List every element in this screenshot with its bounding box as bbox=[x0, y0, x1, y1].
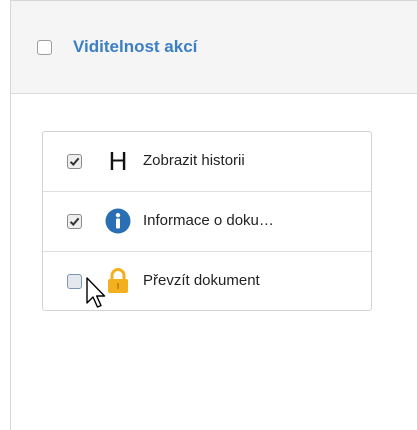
checkmark-icon bbox=[69, 157, 80, 166]
select-all-checkbox[interactable] bbox=[37, 40, 52, 55]
list-item-document-info[interactable]: Informace o doku… bbox=[43, 192, 371, 252]
list-item-history[interactable]: H Zobrazit historii bbox=[43, 132, 371, 192]
info-icon bbox=[103, 206, 133, 236]
list-item-label: Zobrazit historii bbox=[143, 152, 245, 169]
history-h-icon: H bbox=[108, 146, 128, 176]
panel-title: Viditelnost akcí bbox=[73, 37, 198, 56]
mouse-cursor-icon bbox=[86, 277, 106, 308]
history-checkbox[interactable] bbox=[67, 154, 82, 169]
panel-header: Viditelnost akcí bbox=[11, 1, 417, 94]
document-info-checkbox[interactable] bbox=[67, 214, 82, 229]
checkmark-icon bbox=[69, 217, 80, 226]
list-item-label: Informace o doku… bbox=[143, 212, 274, 229]
take-over-document-checkbox[interactable] bbox=[67, 274, 82, 289]
list-item-label: Převzít dokument bbox=[143, 272, 260, 289]
lock-icon bbox=[103, 266, 133, 296]
